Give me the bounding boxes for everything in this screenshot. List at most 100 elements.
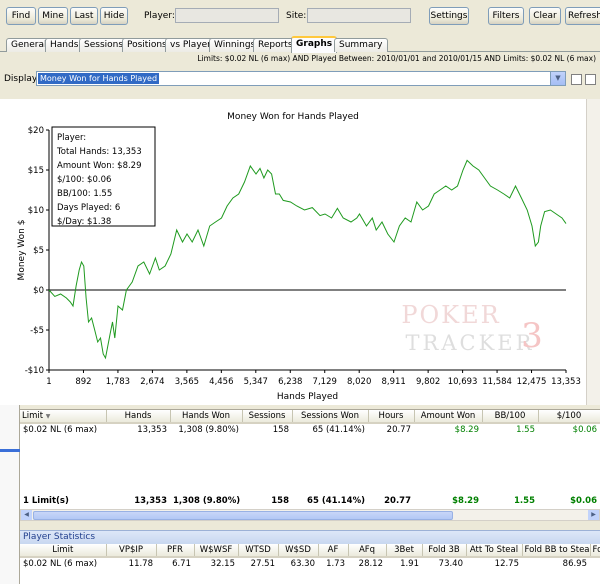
player-field[interactable]: [175, 8, 279, 23]
limits-horizontal-scrollbar[interactable]: ◀ ▶: [20, 509, 600, 521]
cell: 86.95: [562, 559, 587, 569]
chart-vertical-scrollbar[interactable]: [586, 99, 600, 405]
column-header[interactable]: VP$IP: [106, 544, 157, 558]
x-tick-label: 12,475: [517, 377, 547, 387]
x-tick-label: 1,783: [106, 377, 130, 387]
scroll-right-icon[interactable]: ▶: [588, 510, 599, 520]
x-tick-label: 10,693: [448, 377, 478, 387]
player-label: Player:: [144, 11, 175, 21]
settings-button[interactable]: Settings: [429, 7, 469, 25]
table-row[interactable]: $0.02 NL (6 max) 11.78 6.71 32.15 27.51 …: [20, 557, 600, 570]
display-select[interactable]: Money Won for Hands Played ▼: [36, 71, 566, 86]
cell: $0.06: [572, 425, 597, 435]
limits-table: Limit ▼ Hands Hands Won Sessions Session…: [20, 410, 600, 436]
column-header[interactable]: W$WSF: [194, 544, 239, 558]
column-header[interactable]: PFR: [156, 544, 195, 558]
x-tick-label: 11,584: [482, 377, 512, 387]
restore-icon[interactable]: [571, 74, 582, 85]
cell: $8.29: [454, 425, 479, 435]
cell: 1 Limit(s): [23, 495, 69, 506]
x-tick-label: 2,674: [140, 377, 164, 387]
tooltip-title: Player:: [57, 133, 86, 143]
y-tick-label: -$5: [30, 326, 44, 336]
column-header[interactable]: Fold S: [590, 544, 600, 558]
cell: 11.78: [128, 559, 153, 569]
y-tick-label: $15: [28, 166, 44, 176]
left-strip-accent: [0, 449, 20, 452]
limits-total-table: 1 Limit(s) 13,353 1,308 (9.80%) 158 65 (…: [20, 494, 600, 507]
mine-button[interactable]: Mine: [38, 7, 68, 25]
tab-graphs[interactable]: Graphs: [291, 36, 338, 53]
tab-sessions[interactable]: Sessions: [79, 38, 129, 52]
column-header[interactable]: AF: [318, 544, 349, 558]
cell: 73.40: [438, 559, 463, 569]
column-header[interactable]: Limit: [20, 544, 107, 558]
cell: $0.02 NL (6 max): [23, 425, 98, 435]
tab-hands[interactable]: Hands: [45, 38, 84, 52]
clear-button[interactable]: Clear: [529, 7, 561, 25]
x-tick-label: 9,802: [416, 377, 440, 387]
last-button[interactable]: Last: [70, 7, 98, 25]
column-header[interactable]: Sessions: [242, 410, 293, 424]
y-tick-label: -$10: [25, 366, 44, 376]
find-button[interactable]: Find: [6, 7, 36, 25]
tooltip-line: $/Day: $1.38: [57, 217, 111, 227]
stats-header-row: Limit VP$IP PFR W$WSF WTSD W$SD AF AFq 3…: [20, 544, 600, 558]
cell: 32.15: [210, 559, 235, 569]
cell: 65 (41.14%): [312, 425, 365, 435]
column-header[interactable]: Fold 3B: [422, 544, 467, 558]
watermark: POKER TRACKER 3: [401, 301, 542, 356]
x-tick-label: 4,456: [209, 377, 233, 387]
scroll-thumb[interactable]: [33, 511, 453, 520]
x-tick-label: 8,911: [381, 377, 405, 387]
limits-grid: Limit ▼ Hands Hands Won Sessions Session…: [20, 409, 600, 521]
left-strip: [0, 405, 20, 584]
cell: $8.29: [452, 495, 479, 506]
watermark-digit: 3: [521, 316, 543, 356]
column-header[interactable]: BB/100: [482, 410, 539, 424]
column-header[interactable]: Amount Won: [414, 410, 483, 424]
player-statistics-table: Limit VP$IP PFR W$WSF WTSD W$SD AF AFq 3…: [20, 544, 600, 570]
cell: 27.51: [250, 559, 275, 569]
money-won-chart: Money Won for Hands Played POKER TRACKER…: [17, 112, 581, 402]
sort-arrow-icon[interactable]: ▼: [46, 413, 51, 420]
column-header[interactable]: Sessions Won: [292, 410, 369, 424]
display-label: Display:: [4, 74, 40, 84]
column-header[interactable]: $/100: [538, 410, 600, 424]
cell: 1,308 (9.80%): [173, 495, 241, 506]
y-tick-label: $0: [33, 286, 44, 296]
tab-summary[interactable]: Summary: [334, 38, 388, 52]
x-tick-label: 3,565: [175, 377, 199, 387]
tooltip-line: BB/100: 1.55: [57, 189, 112, 199]
site-field[interactable]: [307, 8, 411, 23]
column-header[interactable]: Hours: [368, 410, 415, 424]
player-statistics-title: Player Statistics: [20, 530, 600, 544]
cell: $0.02 NL (6 max): [23, 559, 98, 569]
cell: 13,353: [134, 495, 167, 506]
hide-button[interactable]: Hide: [100, 7, 128, 25]
column-header[interactable]: Hands Won: [170, 410, 243, 424]
column-header[interactable]: AFq: [348, 544, 387, 558]
maximize-icon[interactable]: [585, 74, 596, 85]
column-header[interactable]: Att To Steal: [466, 544, 523, 558]
cell: 28.12: [358, 559, 383, 569]
column-header[interactable]: W$SD: [278, 544, 319, 558]
scroll-left-icon[interactable]: ◀: [21, 510, 32, 520]
column-header[interactable]: Limit ▼: [20, 410, 107, 424]
column-header[interactable]: Hands: [106, 410, 171, 424]
y-tick-label: $20: [28, 126, 44, 136]
column-header[interactable]: 3Bet: [386, 544, 423, 558]
column-header-label: Limit: [22, 411, 44, 421]
cell: 6.71: [172, 559, 191, 569]
refresh-button[interactable]: Refresh: [565, 7, 600, 25]
tooltip-line: $/100: $0.06: [57, 175, 111, 185]
table-row[interactable]: $0.02 NL (6 max) 13,353 1,308 (9.80%) 15…: [20, 423, 600, 436]
chevron-down-icon[interactable]: ▼: [550, 72, 565, 85]
cell: 63.30: [290, 559, 315, 569]
limits-header-row: Limit ▼ Hands Hands Won Sessions Session…: [20, 410, 600, 424]
column-header[interactable]: WTSD: [238, 544, 279, 558]
y-tick-label: $10: [28, 206, 44, 216]
column-header[interactable]: Fold BB to Steal: [522, 544, 591, 558]
y-axis-label: Money Won $: [17, 220, 27, 281]
filters-button[interactable]: Filters: [488, 7, 524, 25]
